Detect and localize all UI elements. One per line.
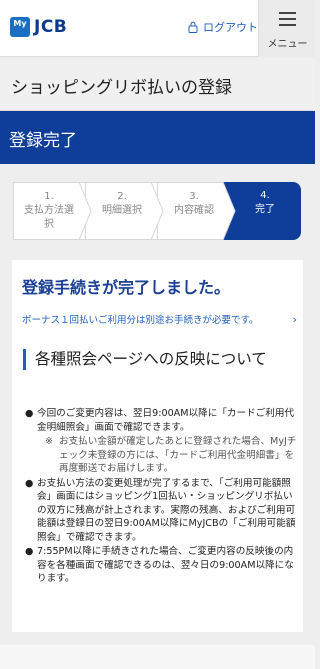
list-item: ● 今回のご変更内容は、翌日9:00AM以降に「カードご利用代金明細照会」画面で… [22,407,300,476]
bonus-payment-link[interactable]: ボーナス１回払いご利用分は別途お手続きが必要です。 › [22,312,297,327]
note-mark: ※ [45,436,54,447]
step-progress: 1. 支払方法選 択 2. 明細選択 3. 内容確認 4. 完了 [13,182,301,240]
page-title: ショッピングリボ払いの登録 [11,78,232,98]
footer-area [0,645,315,669]
step-4-current: 4. 完了 [229,182,301,240]
menu-button[interactable]: メニュー [258,0,315,57]
step-2-number: 2. [117,191,127,202]
step-2: 2. 明細選択 [85,182,158,240]
logo-my-badge: My [10,17,30,37]
menu-label: メニュー [267,39,308,50]
step-2-text: 2. 明細選択 [86,190,158,218]
completion-card: 登録手続きが完了しました。 ボーナス１回払いご利用分は別途お手続きが必要です。 … [12,260,303,632]
bullet-icon: ● [25,546,34,557]
myjcb-logo[interactable]: My JCB [10,17,67,37]
logout-link[interactable]: ログアウト [188,19,258,35]
step-1-text: 1. 支払方法選 択 [14,190,84,232]
page-title-bar: ショッピングリボ払いの登録 [0,58,315,111]
logout-label: ログアウト [203,21,258,34]
step-3-number: 3. [189,191,199,202]
step-1-number: 1. [44,191,54,202]
bonus-link-label: ボーナス１回払いご利用分は別途お手続きが必要です。 [22,315,259,326]
app-header: My JCB ログアウト メニュー [0,0,315,57]
note-text: 7:55PM以降に手続きされた場合、ご変更内容の反映後の内容を各種画面で確認でき… [37,546,294,584]
step-1: 1. 支払方法選 択 [13,182,86,240]
status-banner: 登録完了 [0,111,315,164]
list-item: ● お支払い方法の変更処理が完了するまで、「ご利用可能額照会」画面にはショッピン… [22,477,300,545]
notes-list: ● 今回のご変更内容は、翌日9:00AM以降に「カードご利用代金明細照会」画面で… [22,407,300,587]
status-title: 登録完了 [9,131,77,151]
list-item: ● 7:55PM以降に手続きされた場合、ご変更内容の反映後の内容を各種画面で確認… [22,545,300,586]
step-3-text: 3. 内容確認 [158,190,230,218]
lock-icon [188,21,198,33]
sub-note-text: お支払い金額が確定したあとに登録された場合、MyJチェック未登録の方には、「カー… [59,436,297,474]
hamburger-icon [279,12,296,26]
step-3-label: 内容確認 [174,205,214,216]
step-4-label: 完了 [255,204,275,215]
step-4-text: 4. 完了 [229,189,301,217]
bullet-icon: ● [25,408,34,419]
step-3: 3. 内容確認 [157,182,230,240]
completion-heading: 登録手続きが完了しました。 [22,278,231,297]
logo-brand-text: JCB [34,17,68,37]
step-1-label: 支払方法選 択 [24,205,74,230]
sub-note: ※ お支払い金額が確定したあとに登録された場合、MyJチェック未登録の方には、「… [37,435,300,476]
note-text: お支払い方法の変更処理が完了するまで、「ご利用可能額照会」画面にはショッピング1… [37,477,296,543]
chevron-right-icon: › [292,312,297,326]
step-4-number: 4. [260,190,270,201]
bullet-icon: ● [25,477,34,489]
step-2-label: 明細選択 [102,205,142,216]
section-heading: 各種照会ページへの反映について [23,349,298,370]
note-text: 今回のご変更内容は、翌日9:00AM以降に「カードご利用代金明細照会」画面で確認… [37,408,295,433]
